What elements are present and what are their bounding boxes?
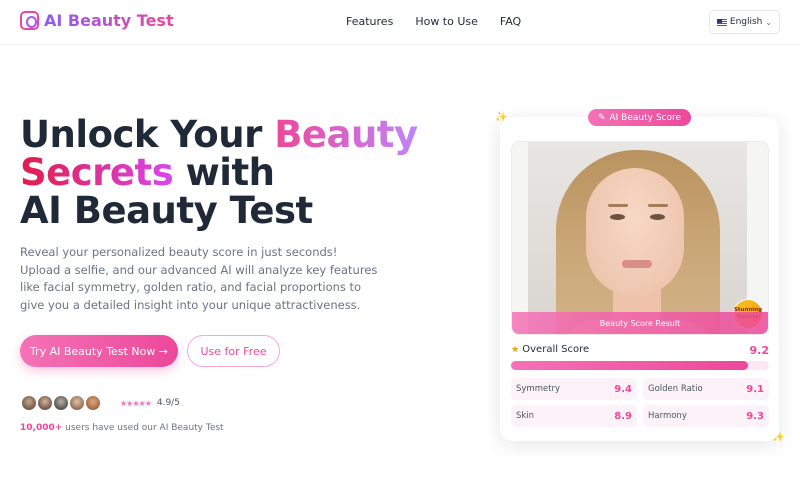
users-count: 10,000+	[20, 423, 63, 433]
avatar	[84, 394, 102, 412]
metric-label: Golden Ratio	[648, 384, 703, 394]
metric-golden-ratio: Golden Ratio 9.1	[643, 378, 769, 400]
metric-value: 9.1	[746, 383, 764, 395]
rating: ★★★★★ 4.9/5	[120, 398, 180, 408]
language-selector[interactable]: English ⌄	[709, 10, 780, 34]
score-pill-label: AI Beauty Score	[609, 112, 682, 123]
overall-score-bar	[511, 361, 769, 370]
hero-headline: Unlock Your Beauty Secrets with AI Beaut…	[20, 116, 418, 230]
rating-value: 4.9/5	[156, 398, 180, 408]
nav-links: Features How to Use FAQ	[346, 15, 521, 28]
magic-wand-icon: ✎	[597, 112, 606, 123]
metric-harmony: Harmony 9.3	[643, 405, 769, 427]
metric-label: Harmony	[648, 411, 687, 421]
logo[interactable]: AI Beauty Test	[20, 11, 174, 30]
headline-highlight-secrets: Secrets	[20, 151, 174, 194]
nav-link-features[interactable]: Features	[346, 15, 393, 28]
headline-part-5: AI Beauty Test	[20, 189, 313, 232]
users-count-text: 10,000+ users have used our AI Beauty Te…	[20, 423, 224, 433]
nav-link-how-to-use[interactable]: How to Use	[415, 15, 478, 28]
chevron-down-icon: ⌄	[765, 17, 773, 27]
headline-highlight-beauty: Beauty	[274, 113, 418, 156]
metric-value: 9.4	[614, 383, 632, 395]
headline-part-1: Unlock Your	[20, 113, 275, 156]
try-now-button[interactable]: Try AI Beauty Test Now →	[20, 335, 178, 367]
brand-name: AI Beauty Test	[44, 11, 174, 30]
star-icon: ★	[511, 345, 520, 355]
overall-score-label: Overall Score	[522, 344, 590, 355]
metric-skin: Skin 8.9	[511, 405, 637, 427]
star-rating-icon: ★★★★★	[120, 398, 152, 408]
logo-icon	[20, 11, 39, 30]
nav-link-faq[interactable]: FAQ	[500, 15, 521, 28]
language-label: English	[729, 17, 763, 27]
user-avatars	[20, 394, 102, 412]
photo-caption: Beauty Score Result	[512, 312, 768, 334]
metric-label: Skin	[516, 411, 535, 421]
ai-beauty-score-pill: ✎ AI Beauty Score	[588, 109, 691, 126]
overall-score-bar-fill	[511, 361, 749, 370]
portrait-image	[528, 142, 747, 334]
metric-symmetry: Symmetry 9.4	[511, 378, 637, 400]
use-for-free-button[interactable]: Use for Free	[187, 335, 280, 367]
metric-value: 8.9	[614, 410, 632, 422]
top-nav: AI Beauty Test Features How to Use FAQ E…	[0, 0, 800, 45]
us-flag-icon	[716, 18, 727, 26]
metric-label: Symmetry	[516, 384, 561, 394]
overall-score: ★ Overall Score 9.2	[511, 344, 769, 358]
metric-value: 9.3	[746, 410, 764, 422]
users-text: users have used our AI Beauty Test	[62, 423, 224, 433]
overall-score-value: 9.2	[749, 344, 770, 357]
result-photo: Stunning Beauty Beauty Score Result	[511, 141, 769, 335]
hero-description: Reveal your personalized beauty score in…	[20, 245, 378, 312]
headline-part-4: with	[173, 151, 275, 194]
